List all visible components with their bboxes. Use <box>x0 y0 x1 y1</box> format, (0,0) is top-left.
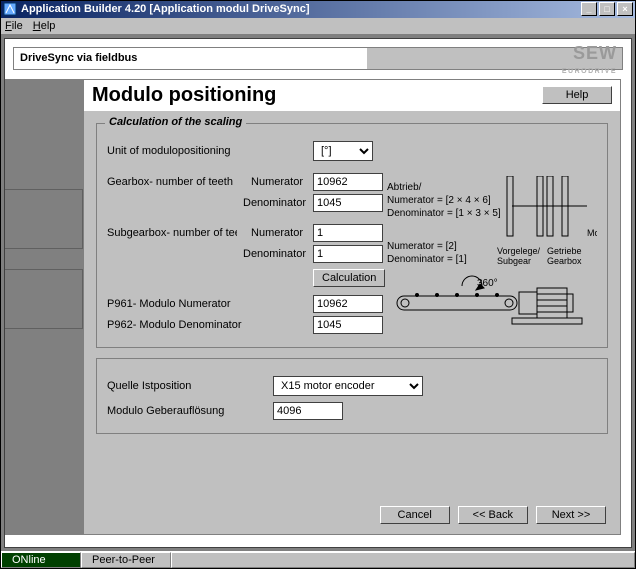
formula-numerator2: Numerator = [2] <box>387 241 501 252</box>
numerator-label-2: Numerator <box>243 227 307 239</box>
next-button[interactable]: Next >> <box>536 506 606 524</box>
quelle-combo[interactable]: X15 motor encoder <box>273 376 423 396</box>
titlebar: Application Builder 4.20 [Application mo… <box>1 1 635 18</box>
content-sheet: DriveSync via fieldbus SEWEURODRIVE Modu… <box>4 38 632 548</box>
resolution-input[interactable] <box>273 402 343 420</box>
calculation-button[interactable]: Calculation <box>313 269 385 287</box>
cancel-button[interactable]: Cancel <box>380 506 450 524</box>
formula-denominator2: Denominator = [1] <box>387 254 501 265</box>
svg-text:Gearbox: Gearbox <box>547 256 582 266</box>
subgear-denominator-input[interactable] <box>313 245 383 263</box>
close-button[interactable]: × <box>617 2 633 16</box>
denominator-label: Denominator <box>243 197 307 209</box>
p962-input[interactable] <box>313 316 383 334</box>
status-mode: Peer-to-Peer <box>81 552 171 568</box>
subgear-numerator-input[interactable] <box>313 224 383 242</box>
window-title: Application Builder 4.20 [Application mo… <box>21 3 581 15</box>
status-online: ONline <box>1 552 81 568</box>
gearbox-diagram: Abtrieb/ Numerator = [2 × 4 × 6] Denomin… <box>387 176 597 356</box>
menu-file[interactable]: File <box>5 20 23 32</box>
module-title: DriveSync via fieldbus <box>14 52 367 64</box>
main-panel: Modulo positioning Help Unit of modulopo… <box>83 79 621 535</box>
formula-denominator: Denominator = [1 × 3 × 5] <box>387 208 501 219</box>
side-tab-1[interactable] <box>5 189 83 249</box>
gearbox-numerator-input[interactable] <box>313 173 383 191</box>
formula-numerator: Numerator = [2 × 4 × 6] <box>387 195 501 206</box>
svg-text:Motor: Motor <box>587 228 597 238</box>
resolution-label: Modulo Geberauflösung <box>107 405 267 417</box>
numerator-label: Numerator <box>243 176 307 188</box>
unit-label: Unit of modulopositioning <box>107 145 237 157</box>
client-area: DriveSync via fieldbus SEWEURODRIVE Modu… <box>1 35 635 551</box>
gearbox-label: Gearbox- number of teeth <box>107 176 237 188</box>
side-tabs <box>5 79 83 535</box>
groupbox-source: Quelle Istposition X15 motor encoder Mod… <box>96 358 608 434</box>
p961-label: P961- Modulo Numerator <box>107 298 307 310</box>
svg-text:Getriebe: Getriebe <box>547 246 582 256</box>
p962-label: P962- Modulo Denominator <box>107 319 307 331</box>
svg-text:Vorgelege/: Vorgelege/ <box>497 246 541 256</box>
header-band: DriveSync via fieldbus <box>13 47 623 70</box>
denominator-label-2: Denominator <box>243 248 307 260</box>
app-icon <box>3 2 17 16</box>
quelle-label: Quelle Istposition <box>107 380 267 392</box>
gearbox-denominator-input[interactable] <box>313 194 383 212</box>
page-title-row: Modulo positioning Help <box>84 80 620 113</box>
svg-text:Subgear: Subgear <box>497 256 531 266</box>
side-tab-2[interactable] <box>5 269 83 329</box>
statusbar: ONline Peer-to-Peer <box>1 551 635 568</box>
help-button[interactable]: Help <box>542 86 612 104</box>
menu-help[interactable]: Help <box>33 20 56 32</box>
status-fill <box>171 552 635 568</box>
groupbox-scaling: Unit of modulopositioning [°] Gearbox- n… <box>96 123 608 348</box>
maximize-button[interactable]: □ <box>599 2 615 16</box>
menubar: File Help <box>1 18 635 35</box>
app-window: Application Builder 4.20 [Application mo… <box>0 0 636 569</box>
brand-logo: SEWEURODRIVE <box>562 46 617 79</box>
page-title: Modulo positioning <box>92 84 542 107</box>
abtrieb-label: Abtrieb/ <box>387 182 501 193</box>
unit-combo[interactable]: [°] <box>313 141 373 161</box>
subgearbox-label: Subgearbox- number of teeth <box>107 227 237 239</box>
p961-input[interactable] <box>313 295 383 313</box>
back-button[interactable]: << Back <box>458 506 528 524</box>
wizard-buttons: Cancel << Back Next >> <box>380 506 606 524</box>
minimize-button[interactable]: _ <box>581 2 597 16</box>
